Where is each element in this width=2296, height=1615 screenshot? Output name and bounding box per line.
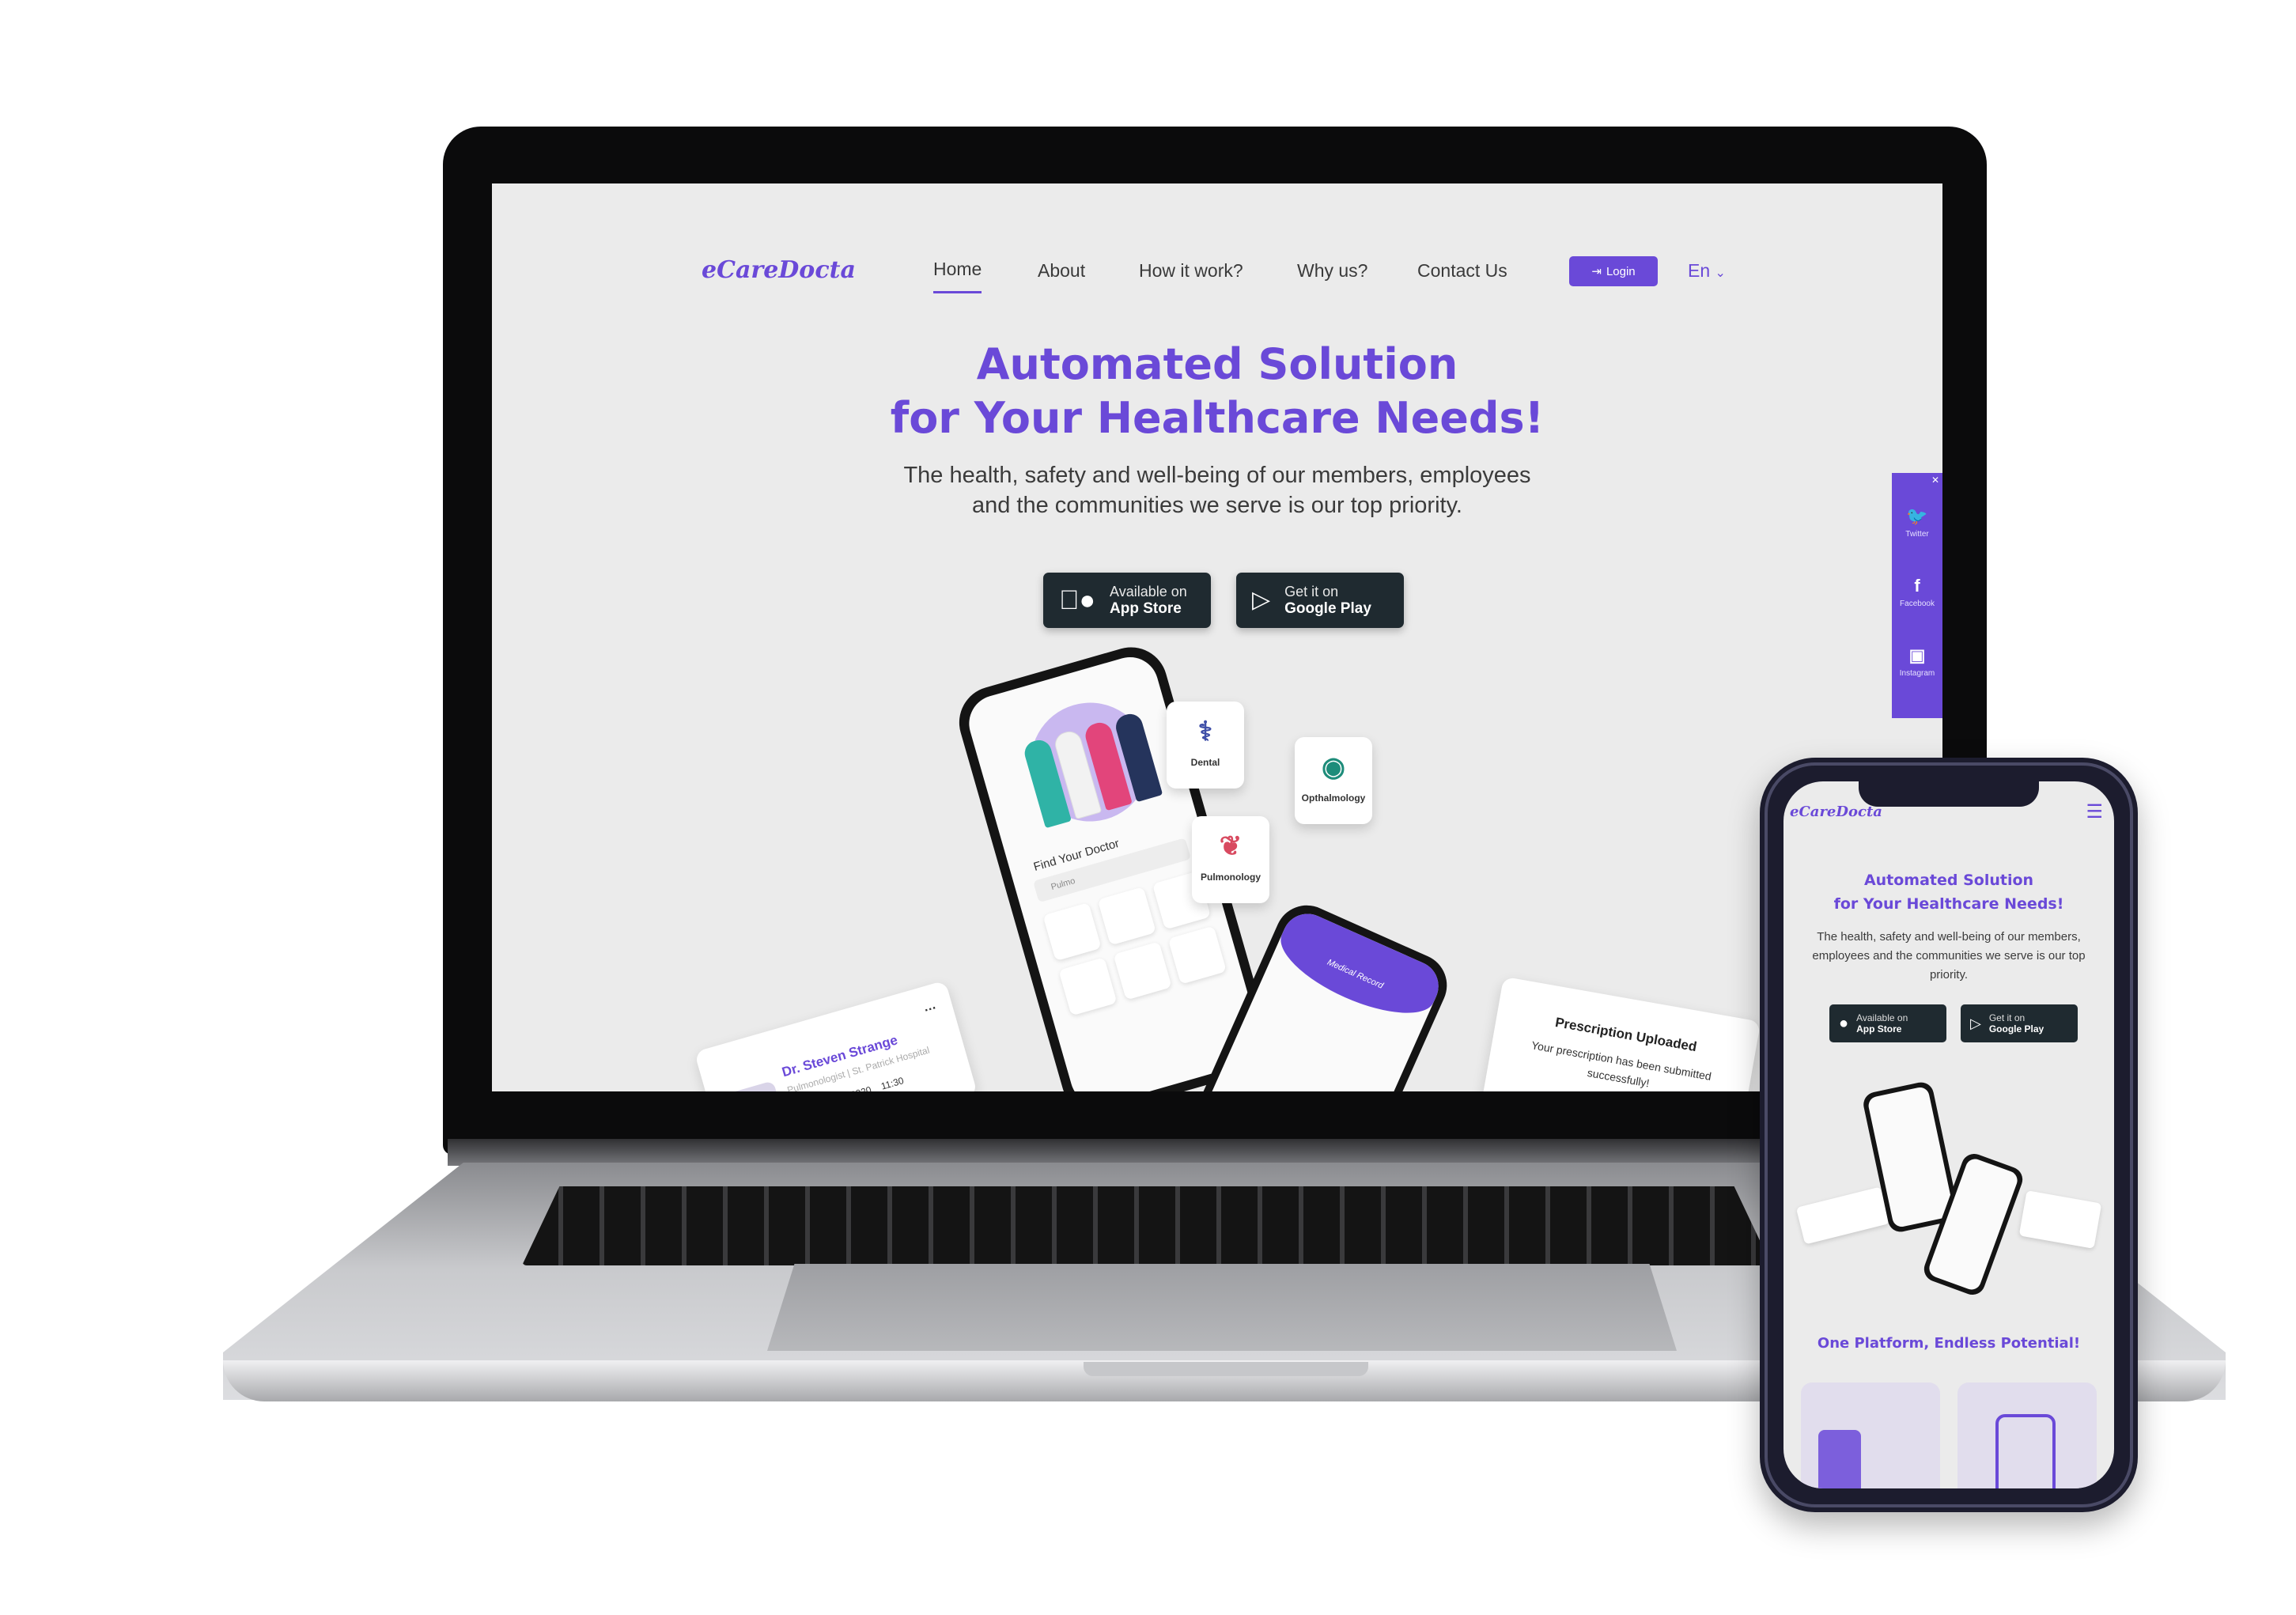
- laptop-chin: [448, 1139, 1985, 1166]
- laptop-notch: [1084, 1362, 1368, 1376]
- eye-icon: ◉: [1322, 752, 1345, 782]
- language-select[interactable]: En ⌄: [1688, 247, 1726, 297]
- hamburger-menu-icon[interactable]: ☰: [2086, 803, 2103, 822]
- login-label: Login: [1606, 264, 1636, 278]
- doctor-avatar: [724, 1080, 788, 1091]
- nav-contact-us[interactable]: Contact Us: [1417, 247, 1507, 294]
- play-icon: ▷: [1970, 1015, 1981, 1031]
- mobile-feature-card-consult: [1957, 1382, 2097, 1488]
- app-store-big: App Store: [1089, 599, 1182, 617]
- specialty-card-pulmonology: ❦ Pulmonology: [1192, 816, 1269, 903]
- mobile-brand-logo[interactable]: eCareDocta: [1790, 804, 1882, 820]
- mobile-google-play-small: Get it on: [1988, 1012, 2026, 1023]
- pulmonology-label: Pulmonology: [1201, 872, 1261, 883]
- login-button[interactable]: ⇥ Login: [1569, 256, 1658, 286]
- mobile-illustration: [1795, 1080, 2102, 1307]
- facebook-icon: f: [1914, 576, 1920, 596]
- chevron-down-icon: ⌄: [1715, 267, 1726, 280]
- brand-logo[interactable]: eCareDocta: [702, 247, 856, 294]
- mobile-notch: [1859, 773, 2039, 807]
- prescription-card: Prescription Uploaded Your prescription …: [1480, 976, 1761, 1091]
- social-sidebar: ✕ 🐦 Twitter f Facebook ▣ Instagram: [1892, 473, 1942, 718]
- opthalmology-label: Opthalmology: [1301, 792, 1366, 804]
- specialty-card-opthalmology: ◉ Opthalmology: [1295, 737, 1372, 824]
- login-icon: ⇥: [1591, 265, 1602, 278]
- twitter-icon: 🐦: [1906, 506, 1928, 526]
- hero-title: Automated Solution for Your Healthcare N…: [492, 338, 1942, 445]
- mobile-section-heading: One Platform, Endless Potential!: [1817, 1335, 2081, 1352]
- more-icon: …: [921, 998, 938, 1015]
- facebook-link[interactable]: f Facebook: [1892, 576, 1942, 608]
- apple-icon: ●: [1839, 1014, 1849, 1032]
- close-icon[interactable]: ✕: [1931, 475, 1939, 486]
- hero-subtitle-line-2: and the communities we serve is our top …: [971, 493, 1462, 518]
- instagram-label: Instagram: [1899, 669, 1935, 678]
- instagram-icon: ▣: [1908, 645, 1926, 665]
- hero-subtitle: The health, safety and well-being of our…: [492, 460, 1942, 520]
- doctors-illustration: [997, 704, 1190, 843]
- doctor-card: … Dr. Steven Strange Pulmonologist | St.…: [694, 980, 978, 1091]
- mobile-google-play-big: Google Play: [1988, 1023, 2044, 1034]
- top-nav: eCareDocta Home About How it work? Why u…: [492, 247, 1942, 294]
- google-play-small: Get it on: [1284, 583, 1339, 599]
- nav-why-us[interactable]: Why us?: [1297, 247, 1367, 294]
- laptop-keyboard: [522, 1186, 1772, 1265]
- apple-icon: ●: [1059, 585, 1095, 615]
- nav-about[interactable]: About: [1038, 247, 1085, 294]
- mobile-hero-title: Automated Solution for Your Healthcare N…: [1783, 868, 2114, 916]
- mobile-hero-title-line-1: Automated Solution: [1863, 872, 2034, 889]
- app-store-small: Available on: [1089, 583, 1187, 599]
- language-value: En: [1688, 260, 1711, 281]
- play-icon: ▷: [1252, 587, 1271, 613]
- specialty-card-dental: ⚕ Dental: [1167, 702, 1244, 789]
- dental-label: Dental: [1190, 757, 1220, 768]
- google-play-big: Google Play: [1284, 599, 1371, 617]
- twitter-label: Twitter: [1905, 530, 1929, 539]
- mobile-feature-card-pharmacy: [1801, 1382, 1940, 1488]
- hero-title-line-2: for Your Healthcare Needs!: [890, 393, 1545, 443]
- lungs-icon: ❦: [1219, 831, 1243, 861]
- mobile-hero-subtitle: The health, safety and well-being of our…: [1812, 930, 2086, 981]
- desktop-site: eCareDocta Home About How it work? Why u…: [492, 183, 1942, 1091]
- appointment-time: 11:30: [879, 1075, 906, 1091]
- twitter-link[interactable]: 🐦 Twitter: [1892, 506, 1942, 539]
- mobile-google-play-button[interactable]: ▷ Get it on Google Play: [1961, 1004, 2078, 1042]
- hero-subtitle-line-1: The health, safety and well-being of our…: [903, 463, 1531, 488]
- hero-title-line-1: Automated Solution: [976, 339, 1458, 389]
- mobile-app-store-big: App Store: [1856, 1023, 1902, 1034]
- facebook-label: Facebook: [1900, 599, 1935, 608]
- nav-home[interactable]: Home: [933, 247, 982, 293]
- mobile-hero-title-line-2: for Your Healthcare Needs!: [1833, 895, 2064, 913]
- nav-how-it-works[interactable]: How it work?: [1139, 247, 1243, 294]
- app-store-button[interactable]: ● Available on App Store: [1043, 573, 1211, 628]
- tooth-icon: ⚕: [1197, 717, 1213, 747]
- mobile-app-store-small: Available on: [1856, 1012, 1908, 1023]
- mobile-site: eCareDocta ☰ Automated Solution for Your…: [1783, 781, 2114, 1488]
- google-play-button[interactable]: ▷ Get it on Google Play: [1236, 573, 1404, 628]
- laptop-trackpad: [767, 1264, 1677, 1351]
- instagram-link[interactable]: ▣ Instagram: [1892, 645, 1942, 678]
- mobile-app-store-button[interactable]: ● Available on App Store: [1829, 1004, 1946, 1042]
- medical-record-header: [1269, 906, 1447, 1031]
